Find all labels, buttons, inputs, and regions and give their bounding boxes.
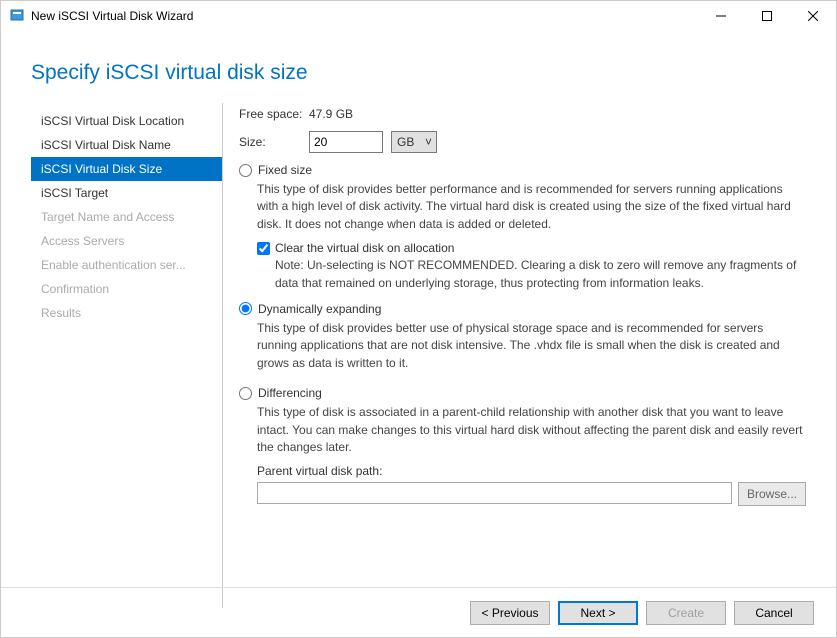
step-location[interactable]: iSCSI Virtual Disk Location [31, 109, 222, 133]
window-title: New iSCSI Virtual Disk Wizard [31, 9, 698, 23]
clear-disk-note: Note: Un-selecting is NOT RECOMMENDED. C… [275, 257, 806, 292]
cancel-button[interactable]: Cancel [734, 601, 814, 625]
step-access-servers: Access Servers [31, 229, 222, 253]
clear-disk-label: Clear the virtual disk on allocation [275, 241, 454, 255]
maximize-button[interactable] [744, 1, 790, 31]
dynamic-label: Dynamically expanding [258, 302, 381, 316]
fixed-size-desc: This type of disk provides better perfor… [257, 181, 806, 233]
previous-button[interactable]: < Previous [470, 601, 550, 625]
size-unit-select[interactable]: GB ˅ [391, 131, 437, 153]
step-size[interactable]: iSCSI Virtual Disk Size [31, 157, 222, 181]
step-auth: Enable authentication ser... [31, 253, 222, 277]
free-space-value: 47.9 GB [309, 107, 353, 121]
step-confirmation: Confirmation [31, 277, 222, 301]
parent-path-label: Parent virtual disk path: [257, 464, 806, 478]
wizard-steps: iSCSI Virtual Disk Location iSCSI Virtua… [31, 103, 223, 608]
differencing-radio[interactable] [239, 387, 252, 400]
step-target[interactable]: iSCSI Target [31, 181, 222, 205]
size-input[interactable] [309, 131, 383, 153]
differencing-label: Differencing [258, 386, 322, 400]
close-button[interactable] [790, 1, 836, 31]
dynamic-radio[interactable] [239, 302, 252, 315]
clear-disk-checkbox[interactable] [257, 242, 270, 255]
content-pane: Free space: 47.9 GB Size: GB ˅ Fixed siz… [223, 103, 836, 608]
next-button[interactable]: Next > [558, 601, 638, 625]
step-target-name: Target Name and Access [31, 205, 222, 229]
fixed-size-label: Fixed size [258, 163, 312, 177]
app-icon [9, 8, 25, 24]
minimize-button[interactable] [698, 1, 744, 31]
step-name[interactable]: iSCSI Virtual Disk Name [31, 133, 222, 157]
page-title: Specify iSCSI virtual disk size [1, 31, 836, 103]
differencing-desc: This type of disk is associated in a par… [257, 404, 806, 456]
fixed-size-radio[interactable] [239, 164, 252, 177]
browse-button[interactable]: Browse... [738, 482, 806, 506]
free-space-label: Free space: [239, 107, 309, 121]
dynamic-desc: This type of disk provides better use of… [257, 320, 806, 372]
create-button: Create [646, 601, 726, 625]
footer: < Previous Next > Create Cancel [1, 587, 836, 637]
size-unit-value: GB [397, 135, 414, 149]
size-label: Size: [239, 135, 309, 149]
titlebar: New iSCSI Virtual Disk Wizard [1, 1, 836, 31]
step-results: Results [31, 301, 222, 325]
parent-path-input[interactable] [257, 482, 732, 504]
chevron-down-icon: ˅ [425, 135, 432, 149]
